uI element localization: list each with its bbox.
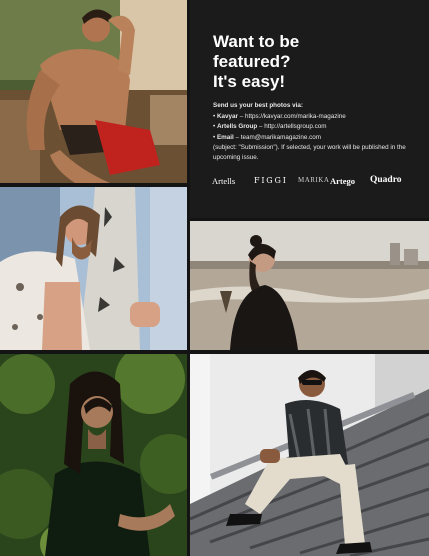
channel-separator: – <box>237 113 245 121</box>
partner-logo: Quadro <box>370 175 402 185</box>
partner-logo: Artego <box>330 176 356 186</box>
channel-link[interactable]: https://kavyar.com/marika-magazine <box>245 113 346 120</box>
photo-sunlit-portrait <box>0 0 187 183</box>
partner-logo: MARIKA <box>298 176 330 184</box>
channel-link[interactable]: http://artellsgroup.com <box>264 123 326 130</box>
headline-line: featured? <box>213 52 291 71</box>
channel-name: Kavyar <box>216 113 238 121</box>
submission-note: (subject: "Submission"). If selected, yo… <box>213 143 406 162</box>
channel-item: • Artells Group – http://artellsgroup.co… <box>213 123 327 131</box>
channel-link[interactable]: team@marikamagazine.com <box>241 134 321 141</box>
headline-line: Want to be <box>213 32 300 51</box>
partner-logos: Artells FIGGI MARIKA Artego Quadro <box>212 174 412 188</box>
submission-info: Send us your best photos via: • Kavyar –… <box>213 101 423 163</box>
feature-headline: Want to be featured? It's easy! <box>213 32 413 92</box>
channel-name: Artells Group <box>216 123 258 131</box>
submission-intro: Send us your best photos via: <box>213 102 303 109</box>
partner-logo: Artells <box>212 176 236 186</box>
photo-greenery-portrait <box>0 354 187 556</box>
photo-beach-portrait <box>190 221 429 350</box>
photo-fur-coat-portrait <box>0 187 187 350</box>
photo-stairs-portrait <box>190 354 429 556</box>
feature-panel: Want to be featured? It's easy! Send us … <box>190 0 429 218</box>
channel-item: • Kavyar – https://kavyar.com/marika-mag… <box>213 113 346 121</box>
channel-name: Email <box>216 133 234 141</box>
partner-logo: FIGGI <box>254 176 288 185</box>
channel-separator: – <box>233 133 241 141</box>
headline-line: It's easy! <box>213 72 286 91</box>
channel-item: • Email – team@marikamagazine.com <box>213 133 322 141</box>
